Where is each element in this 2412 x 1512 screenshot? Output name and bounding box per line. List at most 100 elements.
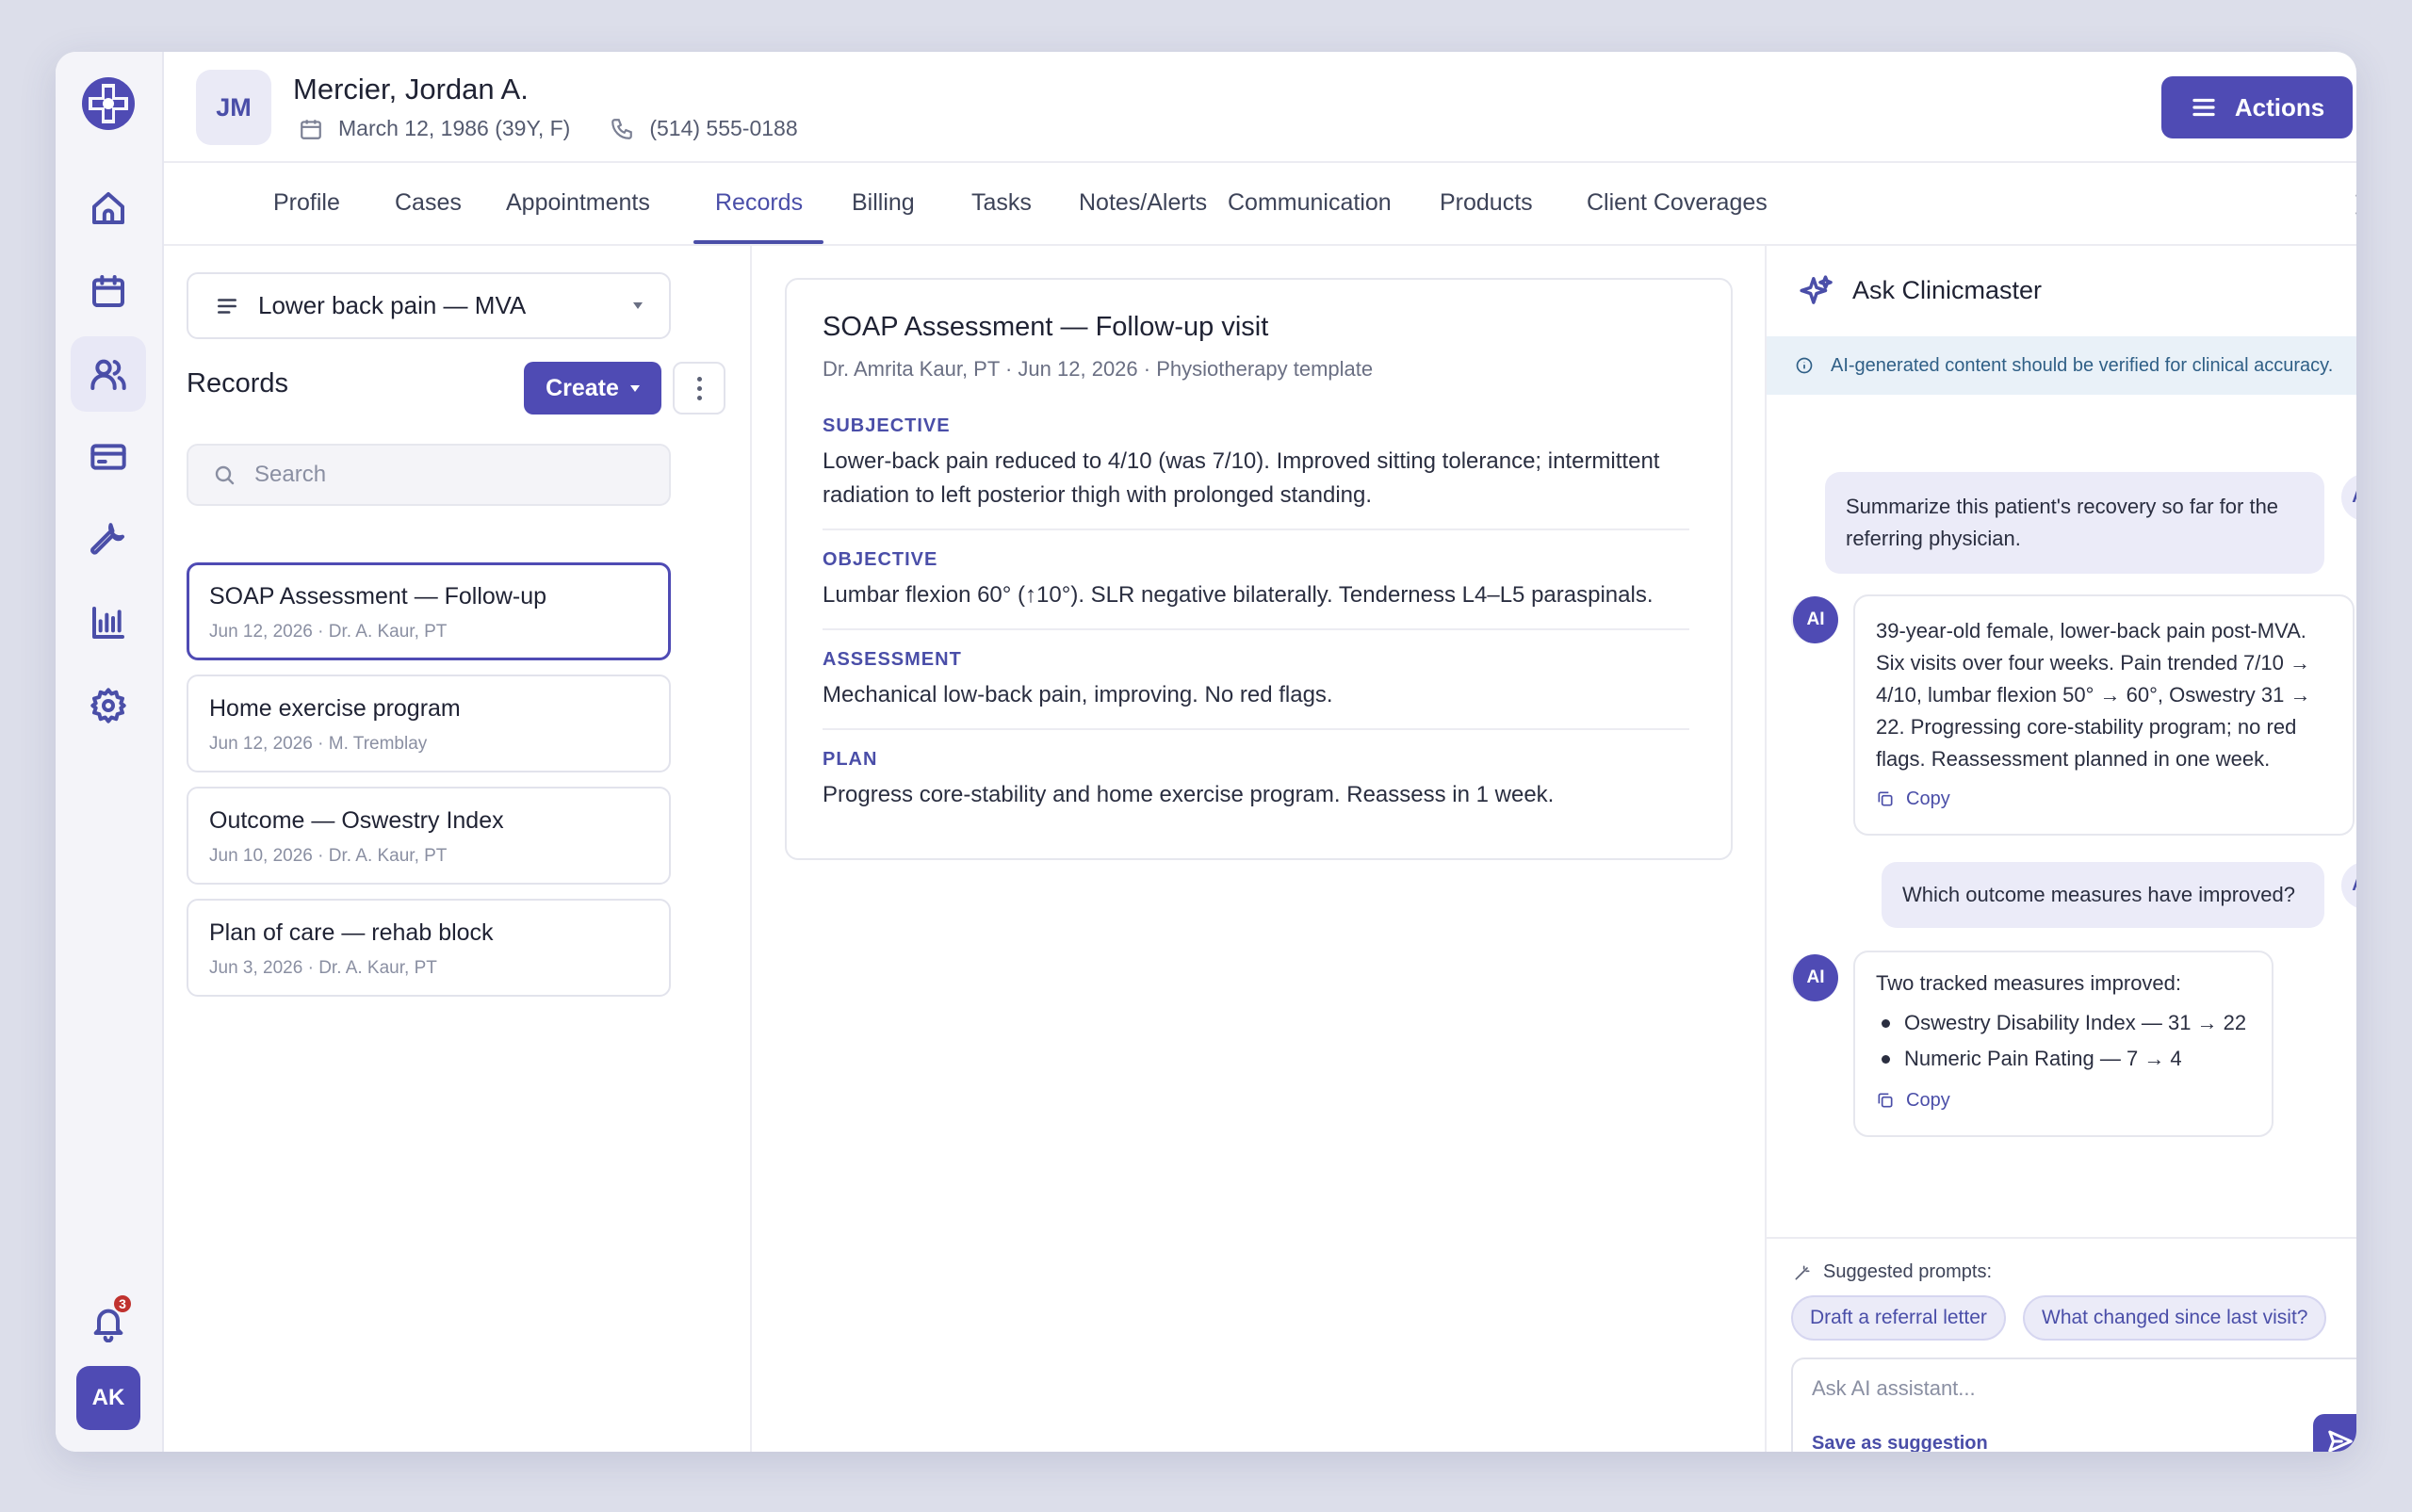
section-label: SUBJECTIVE (823, 415, 951, 436)
patient-header: JM Mercier, Jordan A. March 12, 1986 (39… (164, 52, 2356, 163)
copy-label: Copy (1906, 1090, 1950, 1111)
tab-communication[interactable]: Communication (1228, 189, 1392, 217)
section-label: PLAN (823, 749, 878, 770)
section-label: OBJECTIVE (823, 549, 938, 570)
calendar-icon (301, 119, 321, 139)
tab-client-coverages[interactable]: Client Coverages (1587, 189, 1768, 217)
rail-home-button[interactable] (71, 171, 146, 246)
menu-icon (2192, 98, 2215, 117)
suggested-prompts-label: Suggested prompts: (1793, 1261, 1992, 1283)
notifications-button[interactable]: 3 (71, 1286, 146, 1361)
ask-ai-input[interactable] (1812, 1376, 2339, 1401)
record-title: Outcome — Oswestry Index (209, 807, 504, 834)
save-as-suggestion-link[interactable]: Save as suggestion (1812, 1433, 1988, 1452)
ai-disclaimer: AI-generated content should be verified … (1767, 336, 2356, 395)
copy-button[interactable]: Copy (1876, 1084, 2251, 1116)
rail-settings-button[interactable] (71, 668, 146, 743)
record-title: Home exercise program (209, 695, 461, 722)
ai-avatar: AI (1791, 954, 1838, 1001)
patient-phone[interactable]: (514) 555-0188 (649, 116, 797, 141)
home-icon (92, 192, 124, 224)
section-body: Progress core-stability and home exercis… (823, 782, 1555, 807)
users-icon (90, 359, 126, 390)
tabs-scroll-right-button[interactable] (2346, 189, 2356, 223)
user-avatar[interactable]: AK (76, 1366, 140, 1430)
section-body: Lower-back pain reduced to 4/10 (was 7/1… (823, 448, 1660, 508)
bar-chart-icon (92, 607, 124, 639)
calendar-icon (92, 275, 124, 307)
sparkle-icon (1800, 275, 1833, 304)
tab-notes-alerts[interactable]: Notes/Alerts (1079, 189, 1207, 217)
records-title: Records (187, 368, 288, 398)
soap-assessment: ASSESSMENT Mechanical low-back pain, imp… (823, 649, 1689, 712)
caret-down-icon (629, 384, 640, 392)
message-list: Oswestry Disability Index — 31 → 22 Nume… (1876, 1005, 2251, 1077)
user-message: Which outcome measures have improved? (1882, 862, 2324, 928)
copy-label: Copy (1906, 789, 1950, 809)
tab-profile[interactable]: Profile (273, 189, 340, 217)
create-button[interactable]: Create (524, 362, 661, 415)
ai-message: 39-year-old female, lower-back pain post… (1853, 594, 2355, 836)
message-text: 39-year-old female, lower-back pain post… (1876, 619, 2311, 771)
user-message: Summarize this patient's recovery so far… (1825, 472, 2324, 574)
search-input[interactable] (254, 462, 631, 488)
tab-appointments[interactable]: Appointments (506, 189, 650, 217)
message-text: Which outcome measures have improved? (1902, 883, 2295, 906)
copy-button[interactable]: Copy (1876, 783, 2332, 815)
message-text: Two tracked measures improved: (1876, 971, 2182, 995)
tab-tasks[interactable]: Tasks (971, 189, 1032, 217)
soap-meta: Dr. Amrita Kaur, PT · Jun 12, 2026 · Phy… (823, 357, 1374, 381)
send-button[interactable] (2313, 1414, 2356, 1452)
record-item-home-exercise[interactable]: Home exercise program Jun 12, 2026 · M. … (187, 675, 671, 772)
wrench-icon (90, 523, 124, 555)
chevron-right-icon (2355, 194, 2356, 215)
record-item-oswestry[interactable]: Outcome — Oswestry Index Jun 10, 2026 · … (187, 787, 671, 885)
soap-objective: OBJECTIVE Lumbar flexion 60° (↑10°). SLR… (823, 549, 1689, 612)
app-window: 3 AK JM Mercier, Jordan A. March 12, 198… (56, 52, 2356, 1452)
rail-reports-button[interactable] (71, 585, 146, 660)
section-body: Lumbar flexion 60° (↑10°). SLR negative … (823, 582, 1654, 608)
user-avatar: AK (2341, 474, 2356, 521)
records-panel: Lower back pain — MVA Records Create SOA… (164, 246, 752, 1452)
actions-button[interactable]: Actions (2161, 76, 2353, 138)
soap-subjective: SUBJECTIVE Lower-back pain reduced to 4/… (823, 415, 1689, 512)
nav-rail: 3 AK (56, 52, 164, 1452)
record-item-plan-of-care[interactable]: Plan of care — rehab block Jun 3, 2026 ·… (187, 899, 671, 997)
tab-billing[interactable]: Billing (852, 189, 915, 217)
divider (823, 528, 1689, 530)
list-item: Numeric Pain Rating — 7 → 4 (1876, 1041, 2251, 1077)
case-select-value: Lower back pain — MVA (258, 291, 527, 319)
suggested-prompt-chip[interactable]: What changed since last visit? (2023, 1295, 2327, 1341)
tab-records[interactable]: Records (715, 189, 803, 217)
record-item-soap[interactable]: SOAP Assessment — Follow-up Jun 12, 2026… (187, 562, 671, 660)
records-more-button[interactable] (673, 362, 725, 415)
patient-meta: March 12, 1986 (39Y, F) (514) 555-0188 (299, 116, 798, 141)
soap-plan: PLAN Progress core-stability and home ex… (823, 749, 1689, 812)
patient-name: Mercier, Jordan A. (293, 73, 529, 106)
divider (823, 628, 1689, 630)
ai-message: Two tracked measures improved: Oswestry … (1853, 951, 2273, 1137)
section-label: ASSESSMENT (823, 649, 962, 670)
send-icon (2328, 1430, 2353, 1452)
search-icon (215, 465, 235, 485)
records-search (187, 444, 671, 506)
list-icon (218, 298, 236, 314)
user-avatar: AK (2341, 862, 2356, 909)
divider (823, 728, 1689, 730)
case-select[interactable]: Lower back pain — MVA (187, 272, 671, 339)
rail-billing-button[interactable] (71, 419, 146, 495)
record-title: SOAP Assessment — Follow-up (209, 583, 547, 610)
tab-products[interactable]: Products (1440, 189, 1533, 217)
suggested-prompt-chip[interactable]: Draft a referral letter (1791, 1295, 2006, 1341)
info-icon (1796, 357, 1813, 374)
rail-tools-button[interactable] (71, 502, 146, 577)
settings-icon (90, 688, 126, 723)
record-detail: SOAP Assessment — Follow-up visit Dr. Am… (752, 246, 1765, 1452)
ai-header: Ask Clinicmaster (1767, 246, 2356, 336)
tab-cases[interactable]: Cases (395, 189, 462, 217)
actions-label: Actions (2234, 92, 2325, 122)
copy-icon (1878, 791, 1893, 806)
rail-calendar-button[interactable] (71, 253, 146, 329)
app-logo[interactable] (79, 74, 138, 133)
rail-patients-button[interactable] (71, 336, 146, 412)
